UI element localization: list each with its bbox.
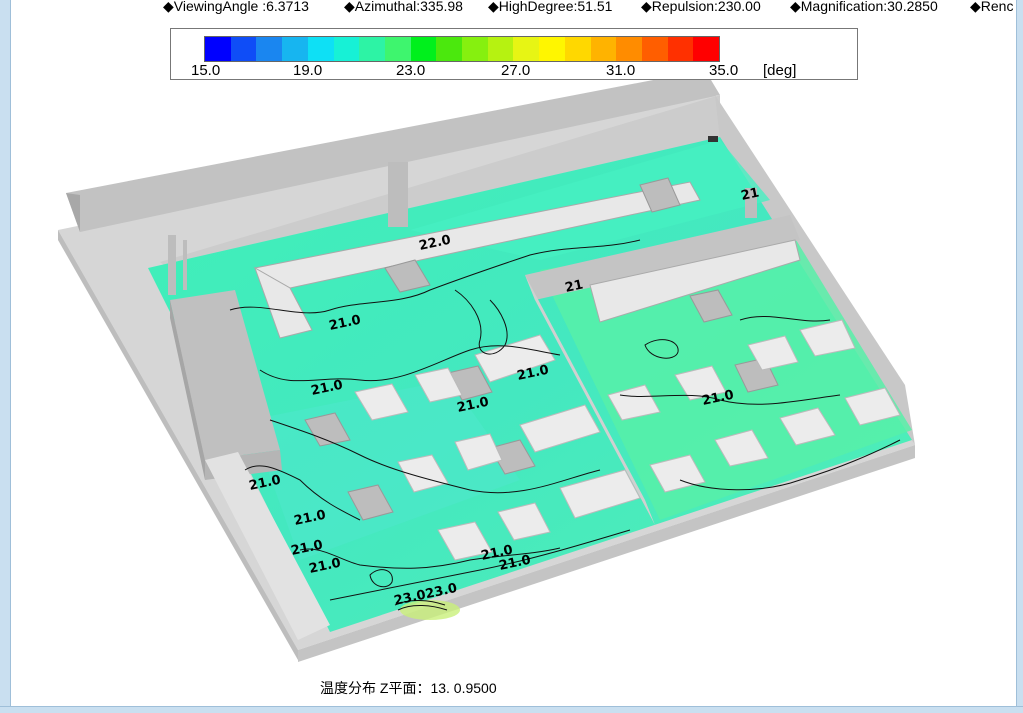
- legend-swatch: [487, 37, 514, 61]
- legend-tick: 27.0: [501, 62, 531, 79]
- legend-swatch: [641, 37, 668, 61]
- back-wall-end: [66, 193, 80, 232]
- legend-swatch: [282, 37, 308, 61]
- legend-swatch: [436, 37, 463, 61]
- legend-swatch: [667, 37, 694, 61]
- caption-text: 温度分布 Z平面：13. 0.9500: [320, 680, 497, 696]
- legend-tick: 15.0: [191, 62, 221, 79]
- legend-swatch: [410, 37, 437, 61]
- legend-swatch: [384, 37, 411, 61]
- legend-swatch: [539, 37, 565, 61]
- legend-swatch: [359, 37, 385, 61]
- legend-unit: [deg]: [763, 62, 797, 79]
- legend-swatch: [462, 37, 488, 61]
- legend-swatch: [256, 37, 283, 61]
- legend-swatch: [307, 37, 334, 61]
- plane-caption: 温度分布 Z平面：13. 0.9500: [268, 678, 858, 702]
- legend-tick: 35.0: [709, 62, 739, 79]
- legend-swatch: [616, 37, 642, 61]
- legend-swatch: [590, 37, 617, 61]
- temperature-color-legend: 15.0 19.0 23.0 27.0 31.0 35.0 [deg]: [170, 28, 858, 80]
- sensor-marker: [708, 136, 718, 142]
- legend-swatch: [230, 37, 257, 61]
- legend-tick: 31.0: [606, 62, 636, 79]
- legend-swatch: [564, 37, 591, 61]
- legend-tick: 19.0: [293, 62, 323, 79]
- legend-swatch: [205, 37, 231, 61]
- temperature-3d-view[interactable]: 22.0 21.0 21.0 21.0 21.0 21.0 21.0 21.0 …: [0, 0, 1023, 713]
- legend-tick: 23.0: [396, 62, 426, 79]
- legend-swatch: [513, 37, 540, 61]
- legend-swatch: [693, 37, 720, 61]
- color-scale-bar: [204, 36, 720, 62]
- legend-swatch: [333, 37, 360, 61]
